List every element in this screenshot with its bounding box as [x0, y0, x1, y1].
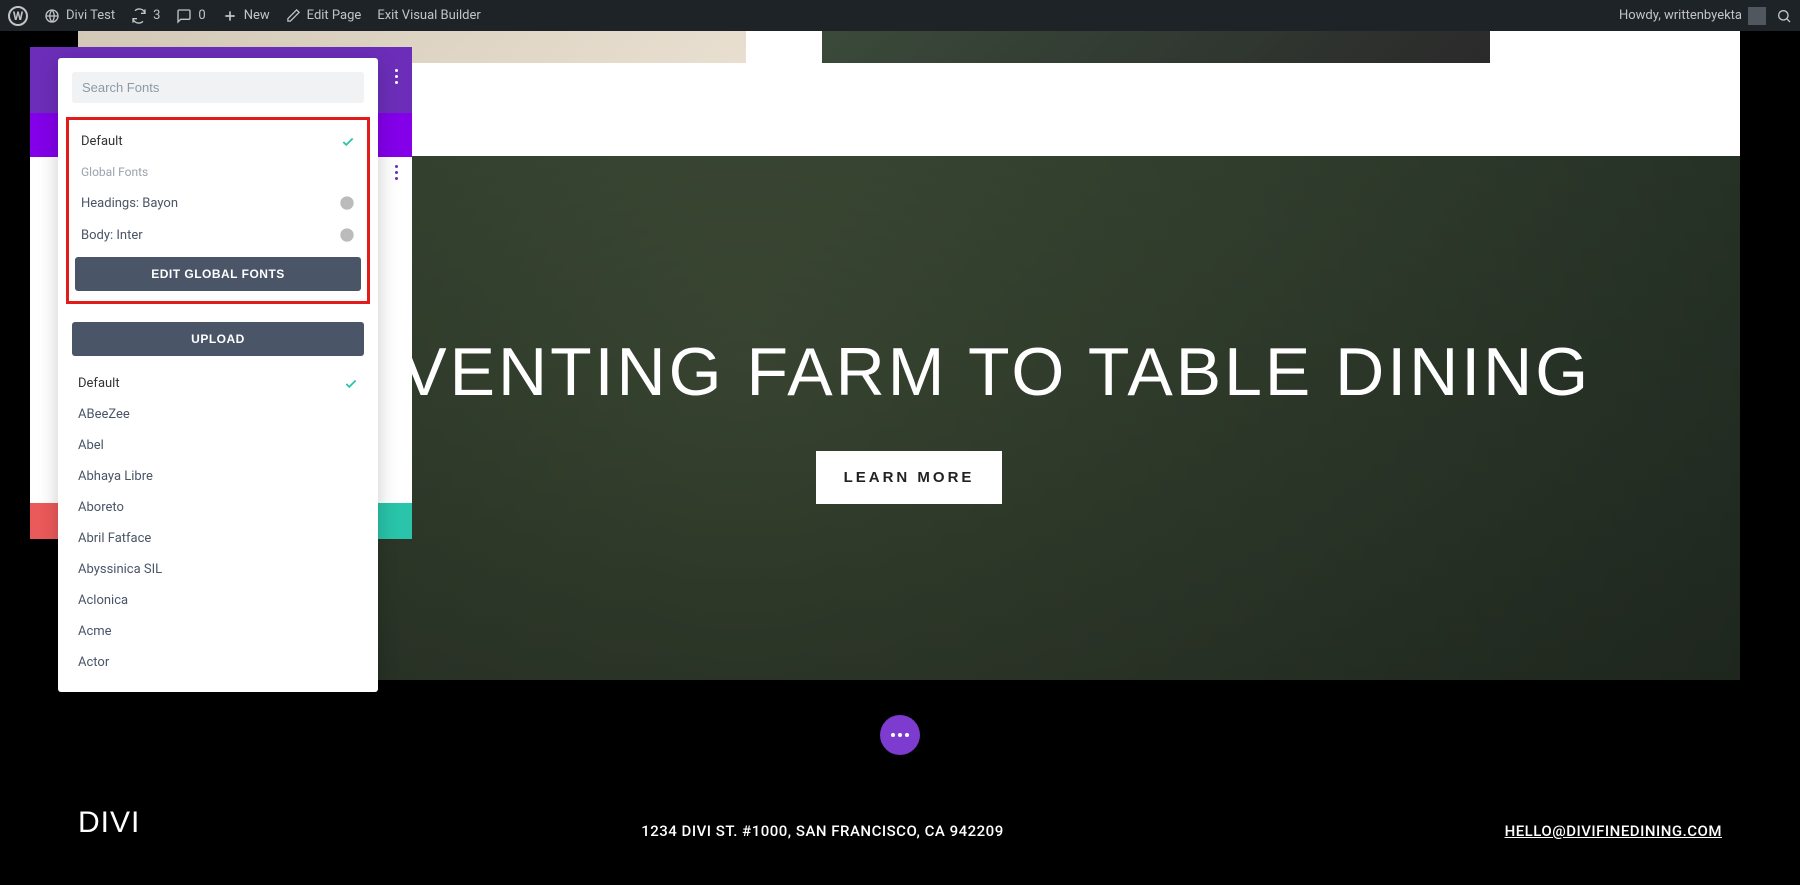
user-account-link[interactable]: Howdy, writtenbyekta	[1619, 7, 1766, 25]
learn-more-button[interactable]: LEARN MORE	[816, 451, 1003, 504]
upload-font-button[interactable]: UPLOAD	[72, 322, 364, 356]
font-label: Abel	[78, 438, 104, 453]
font-label: Abyssinica SIL	[78, 562, 162, 577]
globe-icon	[339, 227, 355, 243]
refresh-icon	[131, 8, 147, 24]
new-label: New	[244, 8, 270, 23]
font-option[interactable]: Acme	[72, 616, 364, 647]
dot-icon	[898, 733, 902, 737]
check-icon	[341, 135, 355, 149]
dot-icon	[395, 177, 398, 180]
font-option-global-body[interactable]: Body: Inter	[75, 219, 361, 251]
exit-visual-builder-link[interactable]: Exit Visual Builder	[377, 8, 480, 23]
edit-page-link[interactable]: Edit Page	[286, 8, 362, 23]
comments-link[interactable]: 0	[176, 8, 205, 24]
edit-global-fonts-button[interactable]: EDIT GLOBAL FONTS	[75, 257, 361, 291]
font-label: Aclonica	[78, 593, 128, 608]
font-label: Body: Inter	[81, 228, 143, 243]
font-label: Abhaya Libre	[78, 469, 153, 484]
font-option[interactable]: Aboreto	[72, 492, 364, 523]
option-menu-button[interactable]	[395, 165, 398, 180]
howdy-text: Howdy, writtenbyekta	[1619, 8, 1742, 23]
dot-icon	[395, 75, 398, 78]
font-label: Acme	[78, 624, 112, 639]
check-icon	[344, 377, 358, 391]
panel-menu-button[interactable]	[395, 69, 398, 84]
font-option[interactable]: Actor	[72, 647, 364, 678]
footer-section: DIVI 1234 DIVI ST. #1000, SAN FRANCISCO,…	[0, 680, 1800, 885]
font-label: Headings: Bayon	[81, 196, 178, 211]
font-option[interactable]: Abril Fatface	[72, 523, 364, 554]
dot-icon	[395, 171, 398, 174]
hero-title[interactable]: REINVENTING FARM TO TABLE DINING	[227, 333, 1591, 411]
dot-icon	[891, 733, 895, 737]
edit-page-label: Edit Page	[307, 8, 362, 23]
font-label: Default	[81, 134, 123, 149]
global-fonts-highlight: Default Global Fonts Headings: Bayon Bod…	[66, 117, 370, 304]
dot-icon	[395, 165, 398, 168]
comments-count: 0	[198, 8, 205, 23]
font-label: ABeeZee	[78, 407, 130, 422]
site-name[interactable]: Divi Test	[44, 8, 115, 24]
font-list: Default ABeeZee Abel Abhaya Libre Aboret…	[58, 364, 378, 692]
dot-icon	[905, 733, 909, 737]
font-picker-dropdown: Default Global Fonts Headings: Bayon Bod…	[58, 58, 378, 692]
font-option-default[interactable]: Default	[75, 126, 361, 157]
font-option[interactable]: Abhaya Libre	[72, 461, 364, 492]
footer-logo[interactable]: DIVI	[78, 806, 140, 840]
upload-section: UPLOAD	[58, 304, 378, 364]
footer-email-link[interactable]: HELLO@DIVIFINEDINING.COM	[1505, 822, 1722, 840]
updates-count: 3	[153, 8, 160, 23]
font-search-wrap	[58, 58, 378, 117]
font-label: Actor	[78, 655, 109, 670]
divi-fab-button[interactable]	[880, 715, 920, 755]
font-search-input[interactable]	[72, 72, 364, 103]
font-label: Abril Fatface	[78, 531, 151, 546]
site-name-text: Divi Test	[66, 8, 115, 23]
font-option[interactable]: Abel	[72, 430, 364, 461]
font-label: Default	[78, 376, 120, 391]
footer-address[interactable]: 1234 DIVI ST. #1000, SAN FRANCISCO, CA 9…	[641, 822, 1004, 840]
hero-image-right	[822, 31, 1490, 63]
dot-icon	[395, 69, 398, 72]
updates-link[interactable]: 3	[131, 8, 160, 24]
globe-icon	[339, 195, 355, 211]
font-label: Aboreto	[78, 500, 124, 515]
search-icon	[1776, 8, 1792, 24]
search-toggle[interactable]	[1776, 8, 1792, 24]
font-option[interactable]: Abyssinica SIL	[72, 554, 364, 585]
wp-logo[interactable]: W	[8, 6, 28, 26]
home-icon	[44, 8, 60, 24]
wordpress-icon: W	[8, 6, 28, 26]
font-option-default[interactable]: Default	[72, 368, 364, 399]
font-option[interactable]: ABeeZee	[72, 399, 364, 430]
exit-vb-label: Exit Visual Builder	[377, 8, 480, 23]
comment-icon	[176, 8, 192, 24]
pencil-icon	[286, 8, 301, 23]
font-option-global-headings[interactable]: Headings: Bayon	[75, 187, 361, 219]
user-avatar-icon	[1748, 7, 1766, 25]
dot-icon	[395, 81, 398, 84]
new-content-link[interactable]: New	[222, 8, 270, 24]
wp-admin-bar: W Divi Test 3 0 New Edit Page Exit Visua…	[0, 0, 1800, 31]
global-fonts-label: Global Fonts	[75, 157, 361, 187]
plus-icon	[222, 8, 238, 24]
font-option[interactable]: Aclonica	[72, 585, 364, 616]
